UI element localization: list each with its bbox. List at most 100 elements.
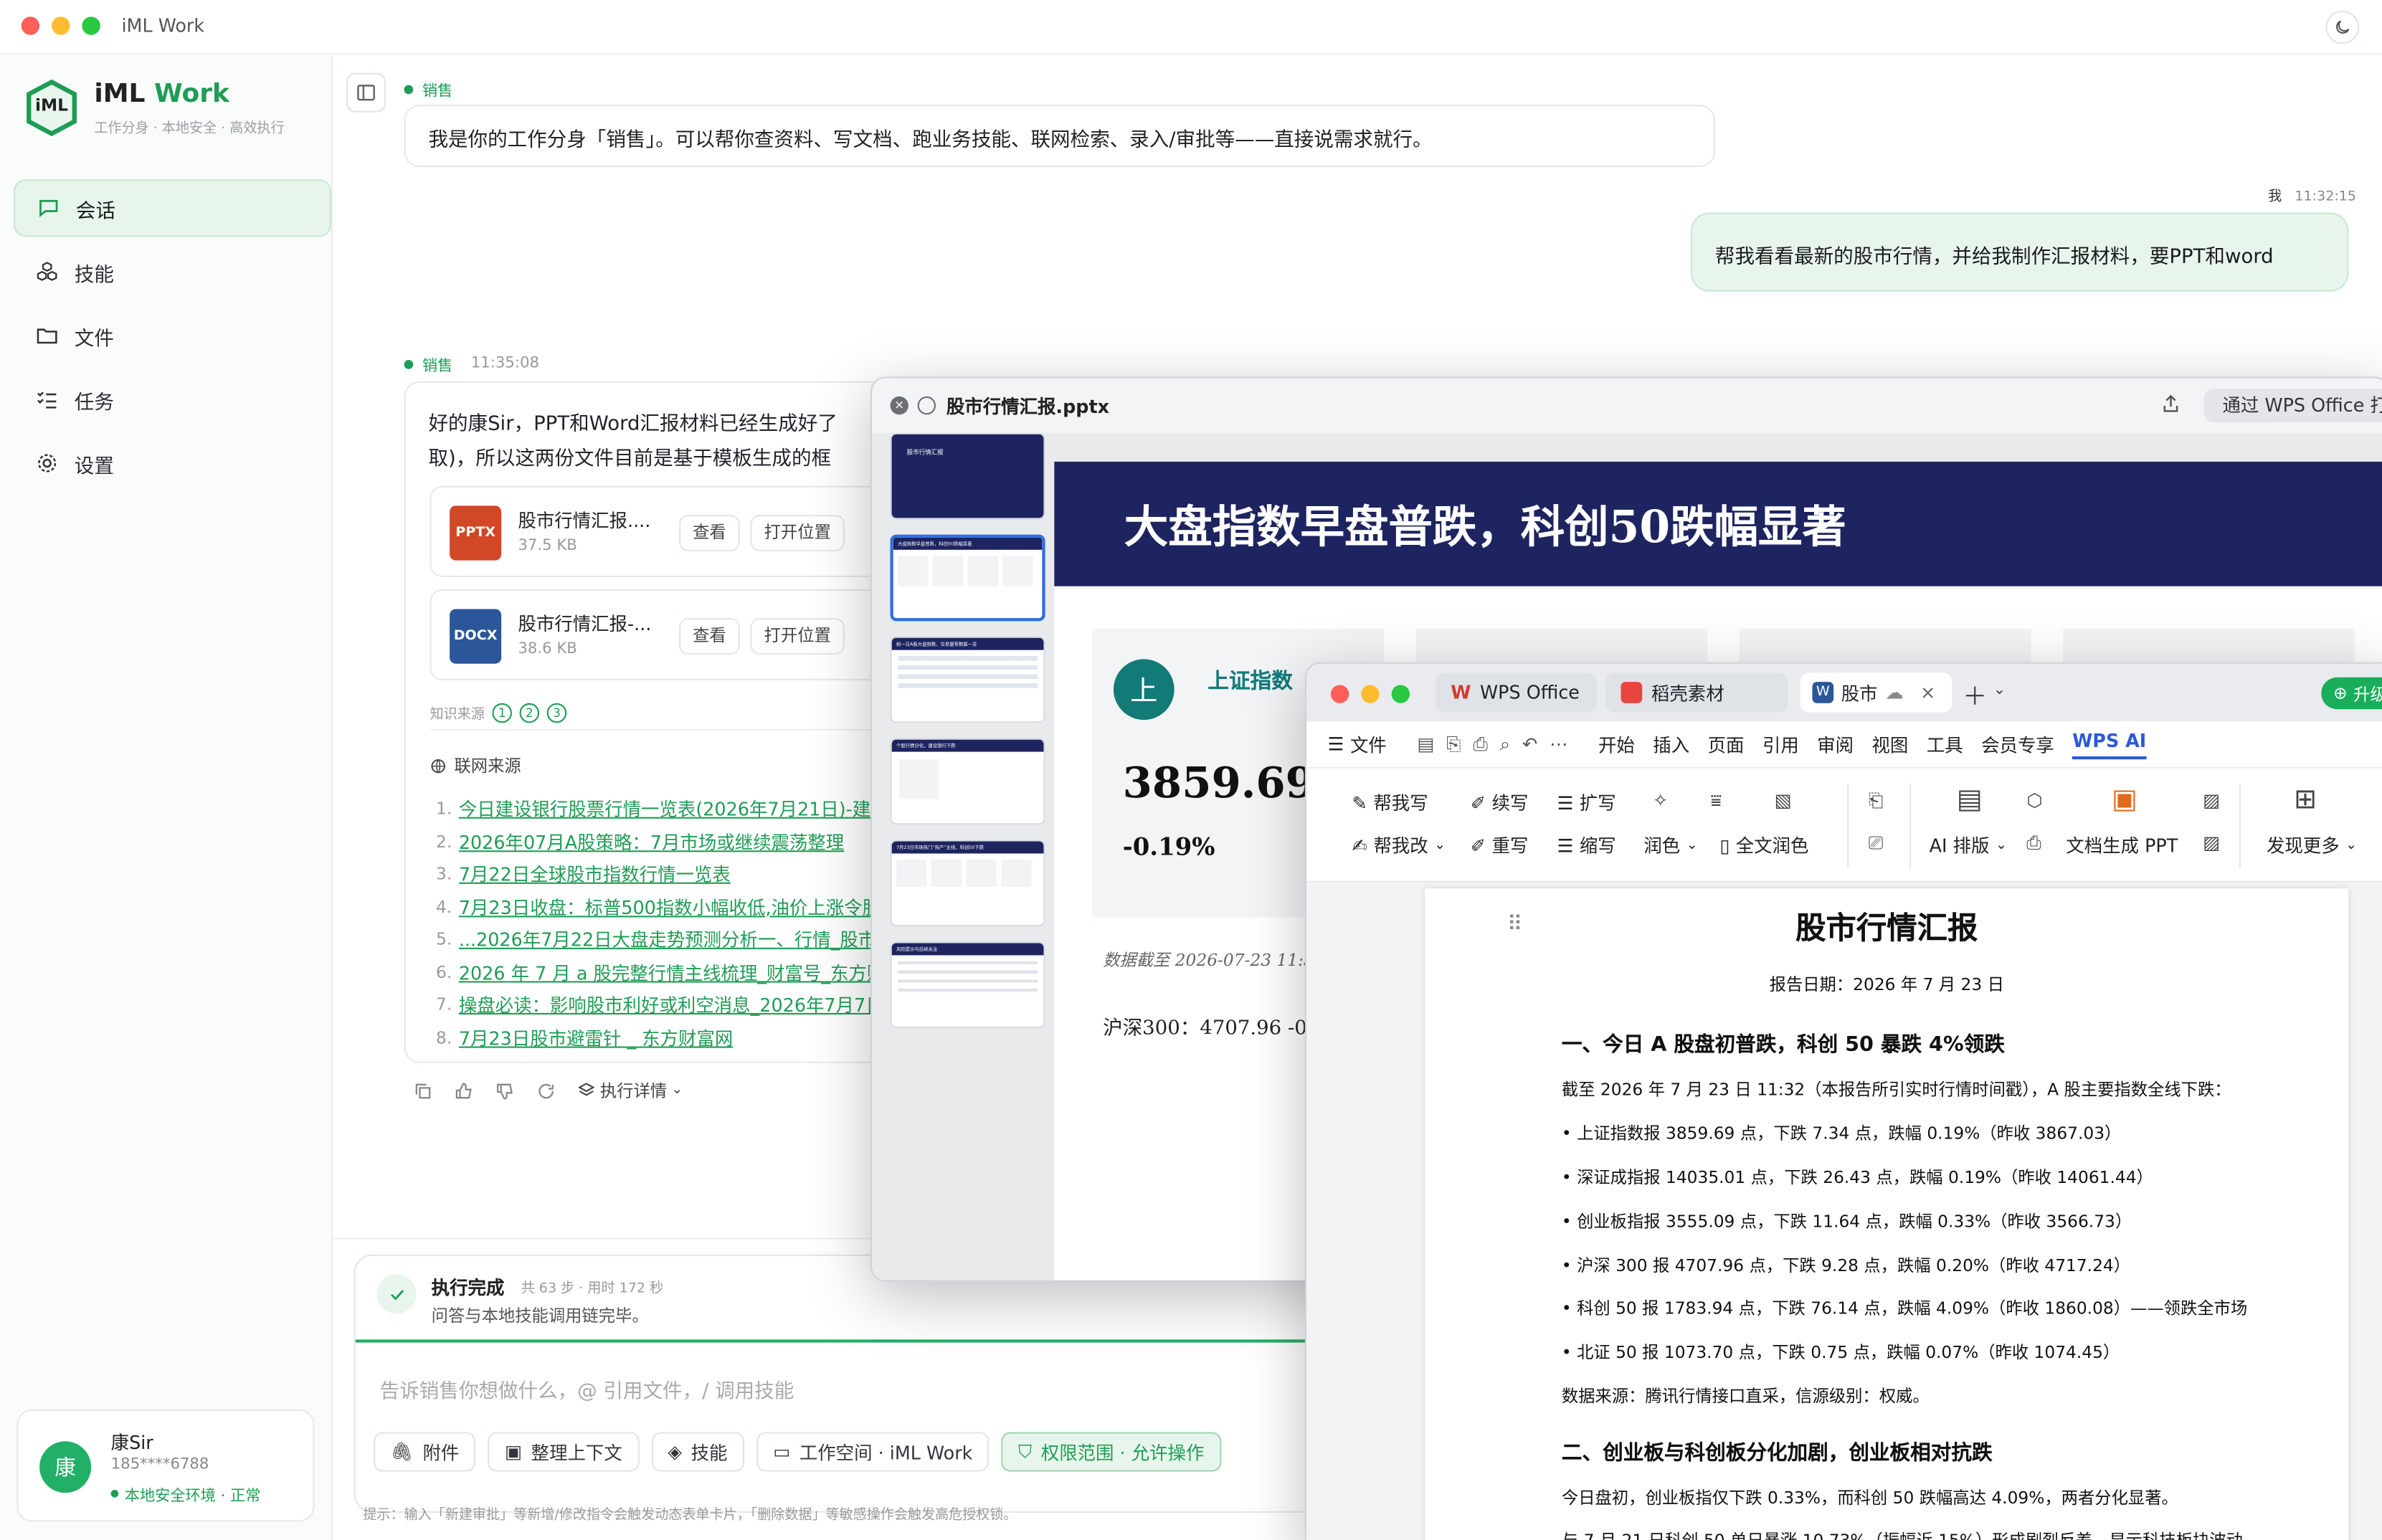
slide-thumbnail-2[interactable]: 大盘指数早盘普跌，科创50跌幅显著	[890, 534, 1045, 622]
sidebar-item-settings[interactable]: 设置	[14, 434, 331, 492]
organize-context-button[interactable]: ▣ 整理上下文	[488, 1432, 640, 1472]
workspace-button[interactable]: ▭ 工作空间 · iML Work	[756, 1432, 990, 1472]
copy-icon[interactable]	[413, 1080, 433, 1101]
new-tab-icon[interactable]: ＋	[1963, 676, 1987, 713]
close-window-button[interactable]	[21, 16, 40, 35]
tool-ai-layout[interactable]: AI 排版 ⌄	[1930, 832, 2007, 858]
image-gen-2-icon[interactable]: ▨	[2203, 832, 2220, 854]
menu-file[interactable]: ☰ 文件	[1328, 731, 1387, 757]
skills-button[interactable]: ◈ 技能	[651, 1432, 744, 1472]
list-item[interactable]: 4. 7月23日收盘：标普500指数小幅收低,油价上涨令股市	[436, 890, 889, 923]
tab-document[interactable]: W 股市 ☁ ×	[1800, 672, 1952, 713]
user-card[interactable]: 康 康Sir 185****6788 本地安全环境 · 正常	[16, 1409, 315, 1522]
book-icon[interactable]: ⎗	[1869, 790, 1883, 813]
document-page[interactable]: ⠿ 股市行情汇报 报告日期：2026 年 7 月 23 日 一、今日 A 股盘初…	[1425, 888, 2349, 1540]
magic-wand-icon[interactable]: ✧	[1653, 790, 1668, 812]
close-tab-icon[interactable]: ×	[1920, 682, 1935, 703]
print-icon[interactable]: ⎙	[2026, 832, 2041, 855]
chevron-down-icon[interactable]: ⌄	[1993, 682, 2006, 698]
tab-wps-office[interactable]: W WPS Office	[1436, 672, 1597, 713]
open-with-wps-button[interactable]: 通过 WPS Office 打开	[2204, 389, 2382, 422]
close-window-button[interactable]	[1330, 685, 1349, 703]
tool-polish[interactable]: 润色 ⌄	[1643, 832, 1697, 858]
menu-review[interactable]: 审阅	[1817, 731, 1854, 757]
menu-home[interactable]: 开始	[1598, 731, 1635, 757]
open-location-button[interactable]: 打开位置	[750, 515, 845, 551]
tool-rewrite[interactable]: ✐ 重写	[1471, 832, 1529, 858]
image-gen-icon[interactable]: ▨	[2203, 790, 2220, 812]
source-link[interactable]: 2026 年 7 月 a 股完整行情主线梳理_财富号_东方财富	[459, 959, 889, 985]
view-file-button[interactable]: 查看	[679, 618, 740, 655]
slide-thumbnail-6[interactable]: 风险提示与后续关注	[890, 941, 1045, 1029]
close-icon[interactable]: ×	[890, 396, 908, 415]
minimize-window-button[interactable]	[52, 16, 70, 35]
list-item[interactable]: 1. 今日建设银行股票行情一览表(2026年7月21日)-建设银	[436, 793, 889, 826]
list-item[interactable]: 2. 2026年07月A股策略：7月市场或继续震荡整理	[436, 825, 888, 858]
tool-expand[interactable]: ☰ 扩写	[1557, 790, 1616, 816]
thumbs-down-icon[interactable]	[495, 1080, 516, 1101]
sidebar-item-skills[interactable]: 技能	[14, 243, 331, 300]
slide-thumbnail-4[interactable]: 个股行情分化，建设银行下跌	[890, 738, 1045, 825]
menu-reference[interactable]: 引用	[1762, 731, 1799, 757]
list-item[interactable]: 3. 7月22日全球股市指数行情一览表	[436, 858, 888, 891]
slide-thumbnail-3[interactable]: 前一日A股大盘指数、交易量等数据一览	[890, 636, 1045, 723]
grid-icon[interactable]: ⊞	[2294, 784, 2317, 815]
exec-detail-toggle[interactable]: 执行详情 ⌄	[577, 1078, 683, 1103]
tool-full-polish[interactable]: ▯ 全文润色	[1719, 832, 1808, 858]
share-icon[interactable]	[2160, 394, 2182, 415]
source-link[interactable]: 7月22日全球股市指数行情一览表	[459, 862, 731, 888]
open-location-button[interactable]: 打开位置	[750, 618, 845, 655]
file-card-pptx[interactable]: PPTX 股市行情汇报.... 37.5 KB 查看 打开位置	[430, 485, 886, 577]
list-item[interactable]: 6. 2026 年 7 月 a 股完整行情主线梳理_财富号_东方财富	[436, 956, 889, 989]
attach-button[interactable]: 🖇 附件	[374, 1432, 476, 1472]
sidebar-item-tasks[interactable]: 任务	[14, 371, 331, 428]
tool-continue[interactable]: ✐ 续写	[1471, 790, 1529, 816]
tool-doc-to-ppt[interactable]: 文档生成 PPT	[2066, 832, 2178, 858]
tool-discover-more[interactable]: 发现更多 ⌄	[2267, 832, 2357, 858]
menu-view[interactable]: 视图	[1872, 731, 1909, 757]
list-item[interactable]: 8. 7月23日股市避雷针 _ 东方财富网	[436, 1022, 888, 1055]
doc-polish-icon[interactable]: ▧	[1775, 790, 1792, 812]
tab-docer[interactable]: 稻壳素材	[1605, 672, 1788, 713]
image-doc-icon[interactable]: ⎚	[1869, 832, 1883, 855]
source-link[interactable]: 今日建设银行股票行情一览表(2026年7月21日)-建设银	[459, 797, 889, 822]
format-icon[interactable]: ⩸	[1711, 790, 1722, 813]
knowledge-ref[interactable]: 3	[546, 703, 567, 723]
tool-help-edit[interactable]: ✍ 帮我改 ⌄	[1352, 832, 1446, 858]
ppt-generate-icon[interactable]: ▣	[2112, 784, 2137, 815]
knowledge-ref[interactable]: 1	[492, 703, 513, 723]
menu-page[interactable]: 页面	[1708, 731, 1745, 757]
zoom-window-button[interactable]	[82, 16, 100, 35]
slide-thumbnail-1[interactable]: 股市行情汇报	[890, 432, 1045, 520]
refresh-icon[interactable]	[536, 1080, 556, 1101]
menu-wps-ai[interactable]: WPS AI	[2072, 730, 2147, 759]
list-item[interactable]: 5. ...2026年7月22日大盘走势预测分析一、行情_股市实	[436, 923, 889, 956]
sidebar-item-chat[interactable]: 会话	[14, 179, 331, 237]
fullscreen-icon[interactable]	[917, 396, 936, 415]
file-card-docx[interactable]: DOCX 股市行情汇报-... 38.6 KB 查看 打开位置	[430, 589, 886, 680]
source-link[interactable]: 2026年07月A股策略：7月市场或继续震荡整理	[459, 829, 844, 855]
permission-scope-button[interactable]: ⛉ 权限范围 · 允许操作	[1001, 1432, 1221, 1472]
menu-member[interactable]: 会员专享	[1981, 731, 2054, 757]
tool-help-write[interactable]: ✎ 帮我写	[1352, 790, 1428, 816]
knowledge-ref[interactable]: 2	[519, 703, 540, 723]
source-link[interactable]: 7月23日股市避雷针 _ 东方财富网	[459, 1025, 734, 1050]
cube-icon[interactable]: ⬡	[2026, 790, 2042, 812]
zoom-window-button[interactable]	[1391, 685, 1410, 703]
ai-layout-icon[interactable]: ▤	[1957, 784, 1983, 815]
thumbs-up-icon[interactable]	[454, 1080, 474, 1101]
menu-tools[interactable]: 工具	[1927, 731, 1963, 757]
sidebar-item-files[interactable]: 文件	[14, 307, 331, 364]
tool-shorten[interactable]: ☰ 缩写	[1557, 832, 1616, 858]
source-link[interactable]: 7月23日收盘：标普500指数小幅收低,油价上涨令股市	[459, 894, 889, 920]
toggle-sidebar-button[interactable]	[346, 72, 386, 113]
list-item[interactable]: 7. 操盘必读：影响股市利好或利空消息_2026年7月7日_	[436, 989, 889, 1022]
theme-toggle-button[interactable]	[2325, 10, 2360, 44]
source-link[interactable]: 操盘必读：影响股市利好或利空消息_2026年7月7日_	[459, 992, 889, 1018]
source-link[interactable]: ...2026年7月22日大盘走势预测分析一、行情_股市实	[459, 927, 889, 953]
slide-thumbnail-5[interactable]: 7月23日市场热门“热产”主线，科创50下跌	[890, 840, 1045, 927]
upgrade-button[interactable]: ⊕升级	[2321, 677, 2382, 710]
quick-access-icons[interactable]: ▤⎘⎙⌕↶⋯	[1417, 733, 1580, 756]
minimize-window-button[interactable]	[1361, 685, 1380, 703]
menu-insert[interactable]: 插入	[1653, 731, 1689, 757]
